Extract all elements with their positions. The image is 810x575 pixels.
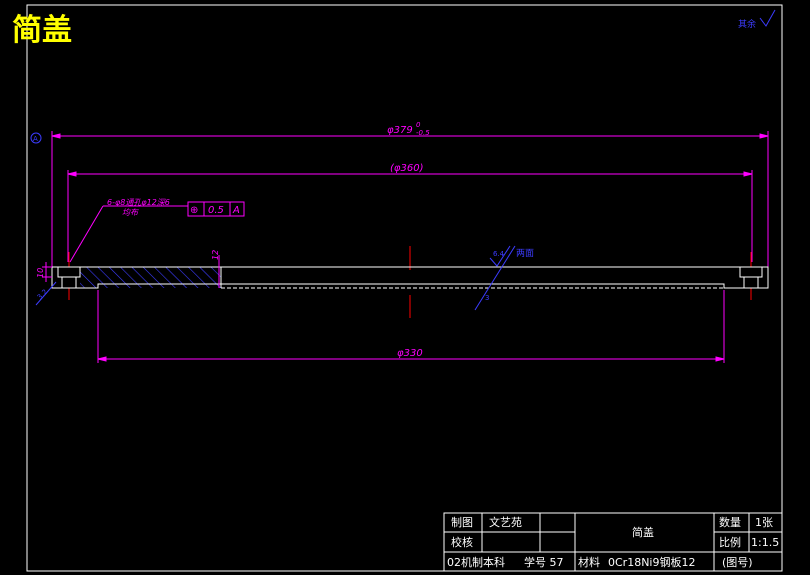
roughness-symbol-icon — [759, 9, 776, 27]
student-no: 学号 57 — [524, 555, 564, 569]
thickness-value: 12 — [211, 250, 220, 260]
roughness-callout: 6.4 两面 3 — [474, 245, 534, 311]
material-value: 0Cr18Ni9钢板12 — [608, 555, 695, 569]
general-roughness-note: 其余 — [738, 9, 776, 30]
qty-value: 1张 — [755, 516, 773, 529]
left-roughness-value: 3.2 — [36, 288, 50, 302]
position-tolerance-symbol: ⊕ — [190, 205, 198, 216]
drawing-title: 简盖 — [12, 13, 72, 48]
check-label: 校核 — [451, 535, 473, 549]
position-tolerance-datum: A — [232, 205, 240, 216]
hole-left-counterbore — [57, 266, 81, 278]
hole-callout-text: 6-φ8通孔φ12深6 — [107, 198, 170, 207]
scale-value: 1:1.5 — [751, 536, 779, 549]
section-hatch-left — [80, 267, 221, 288]
outer-diameter-tol-upper: 0 — [416, 121, 421, 129]
general-roughness-label: 其余 — [738, 18, 756, 30]
datum-marker: A — [30, 132, 42, 144]
outer-diameter-value: φ379 — [387, 125, 413, 136]
datum-label: A — [33, 135, 38, 143]
outer-diameter-tol-lower: -0.5 — [416, 129, 430, 137]
cad-drawing: 简盖 其余 A φ379 0 -0.5 (φ360) 6-φ8通孔φ12深6 均… — [12, 4, 783, 572]
small-dim-value: 3 — [485, 294, 489, 302]
roughness-value: 6.4 — [493, 250, 505, 258]
left-roughness: 3.2 — [35, 281, 57, 306]
material-label: 材料 — [578, 555, 600, 569]
drafter-name: 文艺苑 — [489, 515, 522, 529]
drawing-number: (图号) — [722, 556, 753, 569]
part-section — [51, 266, 769, 289]
step-height-value: 10 — [36, 268, 45, 278]
scale-label: 比例 — [719, 535, 741, 549]
hole-left-through — [61, 276, 77, 289]
position-tolerance-value: 0.5 — [208, 205, 224, 216]
bolt-circle-value: (φ360) — [390, 163, 424, 174]
part-name: 简盖 — [632, 525, 654, 539]
hole-callout-note: 均布 — [122, 208, 139, 217]
roughness-note: 两面 — [516, 248, 534, 259]
hole-right-through — [743, 276, 759, 289]
inner-diameter-value: φ330 — [397, 348, 423, 359]
class-info: 02机制本科 — [447, 555, 505, 569]
qty-label: 数量 — [719, 516, 741, 529]
hole-right-counterbore — [739, 266, 763, 278]
draw-label: 制图 — [451, 516, 473, 529]
